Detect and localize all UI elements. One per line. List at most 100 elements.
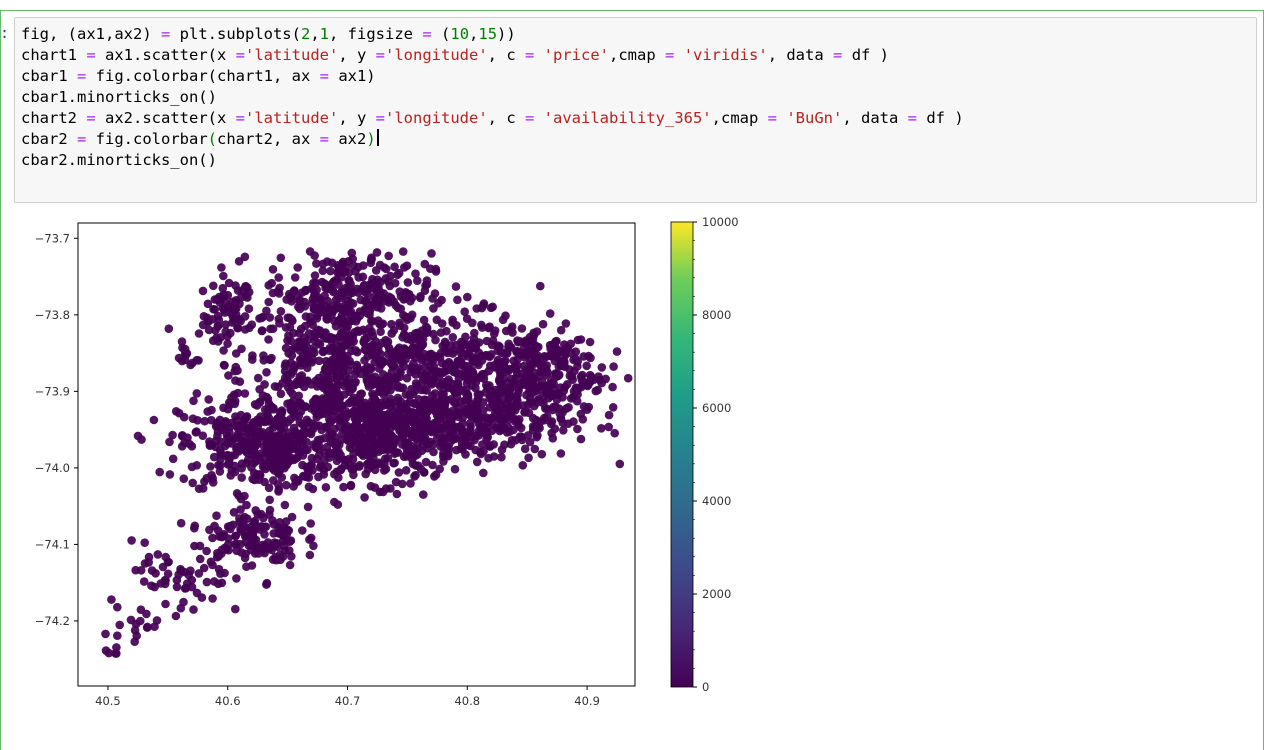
scatter-point <box>497 445 507 454</box>
scatter-point <box>473 390 483 399</box>
scatter-point <box>396 368 405 377</box>
scatter-point <box>190 523 199 533</box>
scatter-point <box>283 313 293 322</box>
scatter-point <box>568 375 577 384</box>
scatter-point <box>498 359 508 369</box>
scatter-point <box>444 444 454 453</box>
scatter-point <box>442 382 451 391</box>
scatter-point <box>548 434 558 443</box>
scatter-point <box>255 385 264 394</box>
scatter-point <box>262 580 271 589</box>
scatter-point <box>402 289 412 298</box>
scatter-point <box>220 361 229 370</box>
code-token: ) <box>366 130 376 148</box>
x-tick-label: 40.9 <box>574 694 600 708</box>
scatter-point <box>615 459 625 469</box>
colorbar <box>670 221 694 688</box>
scatter-point <box>237 548 246 557</box>
scatter-point <box>250 475 259 485</box>
scatter-point <box>212 511 221 520</box>
scatter-point <box>536 281 545 291</box>
scatter-point <box>419 490 428 499</box>
scatter-point <box>519 361 529 371</box>
scatter-point <box>492 423 502 432</box>
scatter-point <box>398 383 408 393</box>
scatter-point <box>130 637 139 646</box>
scatter-point <box>552 371 561 381</box>
scatter-point <box>236 421 246 430</box>
code-token: , figsize <box>329 25 423 43</box>
scatter-point <box>482 435 491 444</box>
scatter-point <box>295 295 305 305</box>
scatter-point <box>328 333 337 343</box>
code-line[interactable]: fig, (ax1,ax2) = plt.subplots(2,1, figsi… <box>21 25 516 43</box>
scatter-point <box>107 595 116 604</box>
scatter-point <box>133 431 143 441</box>
scatter-point <box>298 526 307 535</box>
code-text[interactable]: fig, (ax1,ax2) = plt.subplots(2,1, figsi… <box>21 24 964 171</box>
code-token: = <box>375 46 385 64</box>
scatter-point <box>179 597 188 607</box>
scatter-point <box>254 549 263 558</box>
scatter-point <box>556 449 566 458</box>
scatter-point <box>307 460 316 470</box>
scatter-point <box>391 477 401 487</box>
code-line[interactable]: cbar2 = fig.colorbar(chart2, ax = ax2) <box>21 129 379 148</box>
y-tick-label: −73.7 <box>35 231 70 245</box>
code-token: 10 <box>450 25 470 43</box>
scatter-point <box>513 337 523 347</box>
scatter-point <box>340 461 350 470</box>
scatter-point <box>302 472 311 482</box>
scatter-point <box>127 536 136 545</box>
scatter-point <box>331 439 340 448</box>
scatter-point <box>319 346 328 356</box>
scatter-point <box>281 323 291 332</box>
scatter-point <box>425 376 434 385</box>
scatter-point <box>437 295 446 305</box>
scatter-point <box>213 431 222 441</box>
scatter-point <box>131 619 141 629</box>
scatter-point <box>518 461 528 470</box>
code-token: , c <box>487 109 525 127</box>
scatter-point <box>231 362 241 372</box>
scatter-point <box>538 361 547 370</box>
scatter-point <box>265 495 275 505</box>
scatter-point <box>399 349 409 359</box>
scatter-point <box>402 261 412 270</box>
scatter-point <box>214 295 223 304</box>
scatter-point <box>291 477 301 487</box>
code-line[interactable]: cbar1 = fig.colorbar(chart1, ax = ax1) <box>21 67 376 85</box>
code-token: cbar2 <box>21 130 77 148</box>
scatter-point <box>430 289 440 298</box>
colorbar-tick-label: 6000 <box>702 401 731 415</box>
code-line[interactable]: cbar2.minorticks_on() <box>21 151 217 169</box>
scatter-point <box>449 424 459 434</box>
scatter-point <box>194 329 204 338</box>
scatter-point <box>351 312 360 321</box>
scatter-point <box>439 457 448 466</box>
scatter-point <box>171 407 181 416</box>
scatter-point <box>274 487 283 496</box>
scatter-point <box>280 500 290 510</box>
scatter-point <box>511 365 521 374</box>
scatter-point <box>295 304 305 314</box>
scatter-point <box>136 605 146 614</box>
scatter-point <box>333 500 343 509</box>
scatter-point <box>504 423 513 432</box>
scatter-point <box>210 577 219 586</box>
scatter-point <box>284 446 294 456</box>
scatter-point <box>395 321 405 330</box>
code-line[interactable]: chart1 = ax1.scatter(x ='latitude', y ='… <box>21 46 889 64</box>
scatter-point <box>499 374 509 383</box>
scatter-point <box>218 304 228 313</box>
scatter-point <box>427 249 436 258</box>
code-line[interactable]: cbar1.minorticks_on() <box>21 88 217 106</box>
cell-output: 40.5 40.6 40.7 40.8 40.9 −73.7 −73.8 −73.9 −74.… <box>0 210 760 730</box>
scatter-point <box>573 424 582 434</box>
scatter-point <box>329 385 339 394</box>
scatter-point <box>213 311 223 321</box>
code-line[interactable]: chart2 = ax2.scatter(x ='latitude', y ='… <box>21 109 964 127</box>
code-token: )) <box>497 25 516 43</box>
scatter-point <box>316 406 325 415</box>
code-editor[interactable]: fig, (ax1,ax2) = plt.subplots(2,1, figsi… <box>14 17 1257 203</box>
